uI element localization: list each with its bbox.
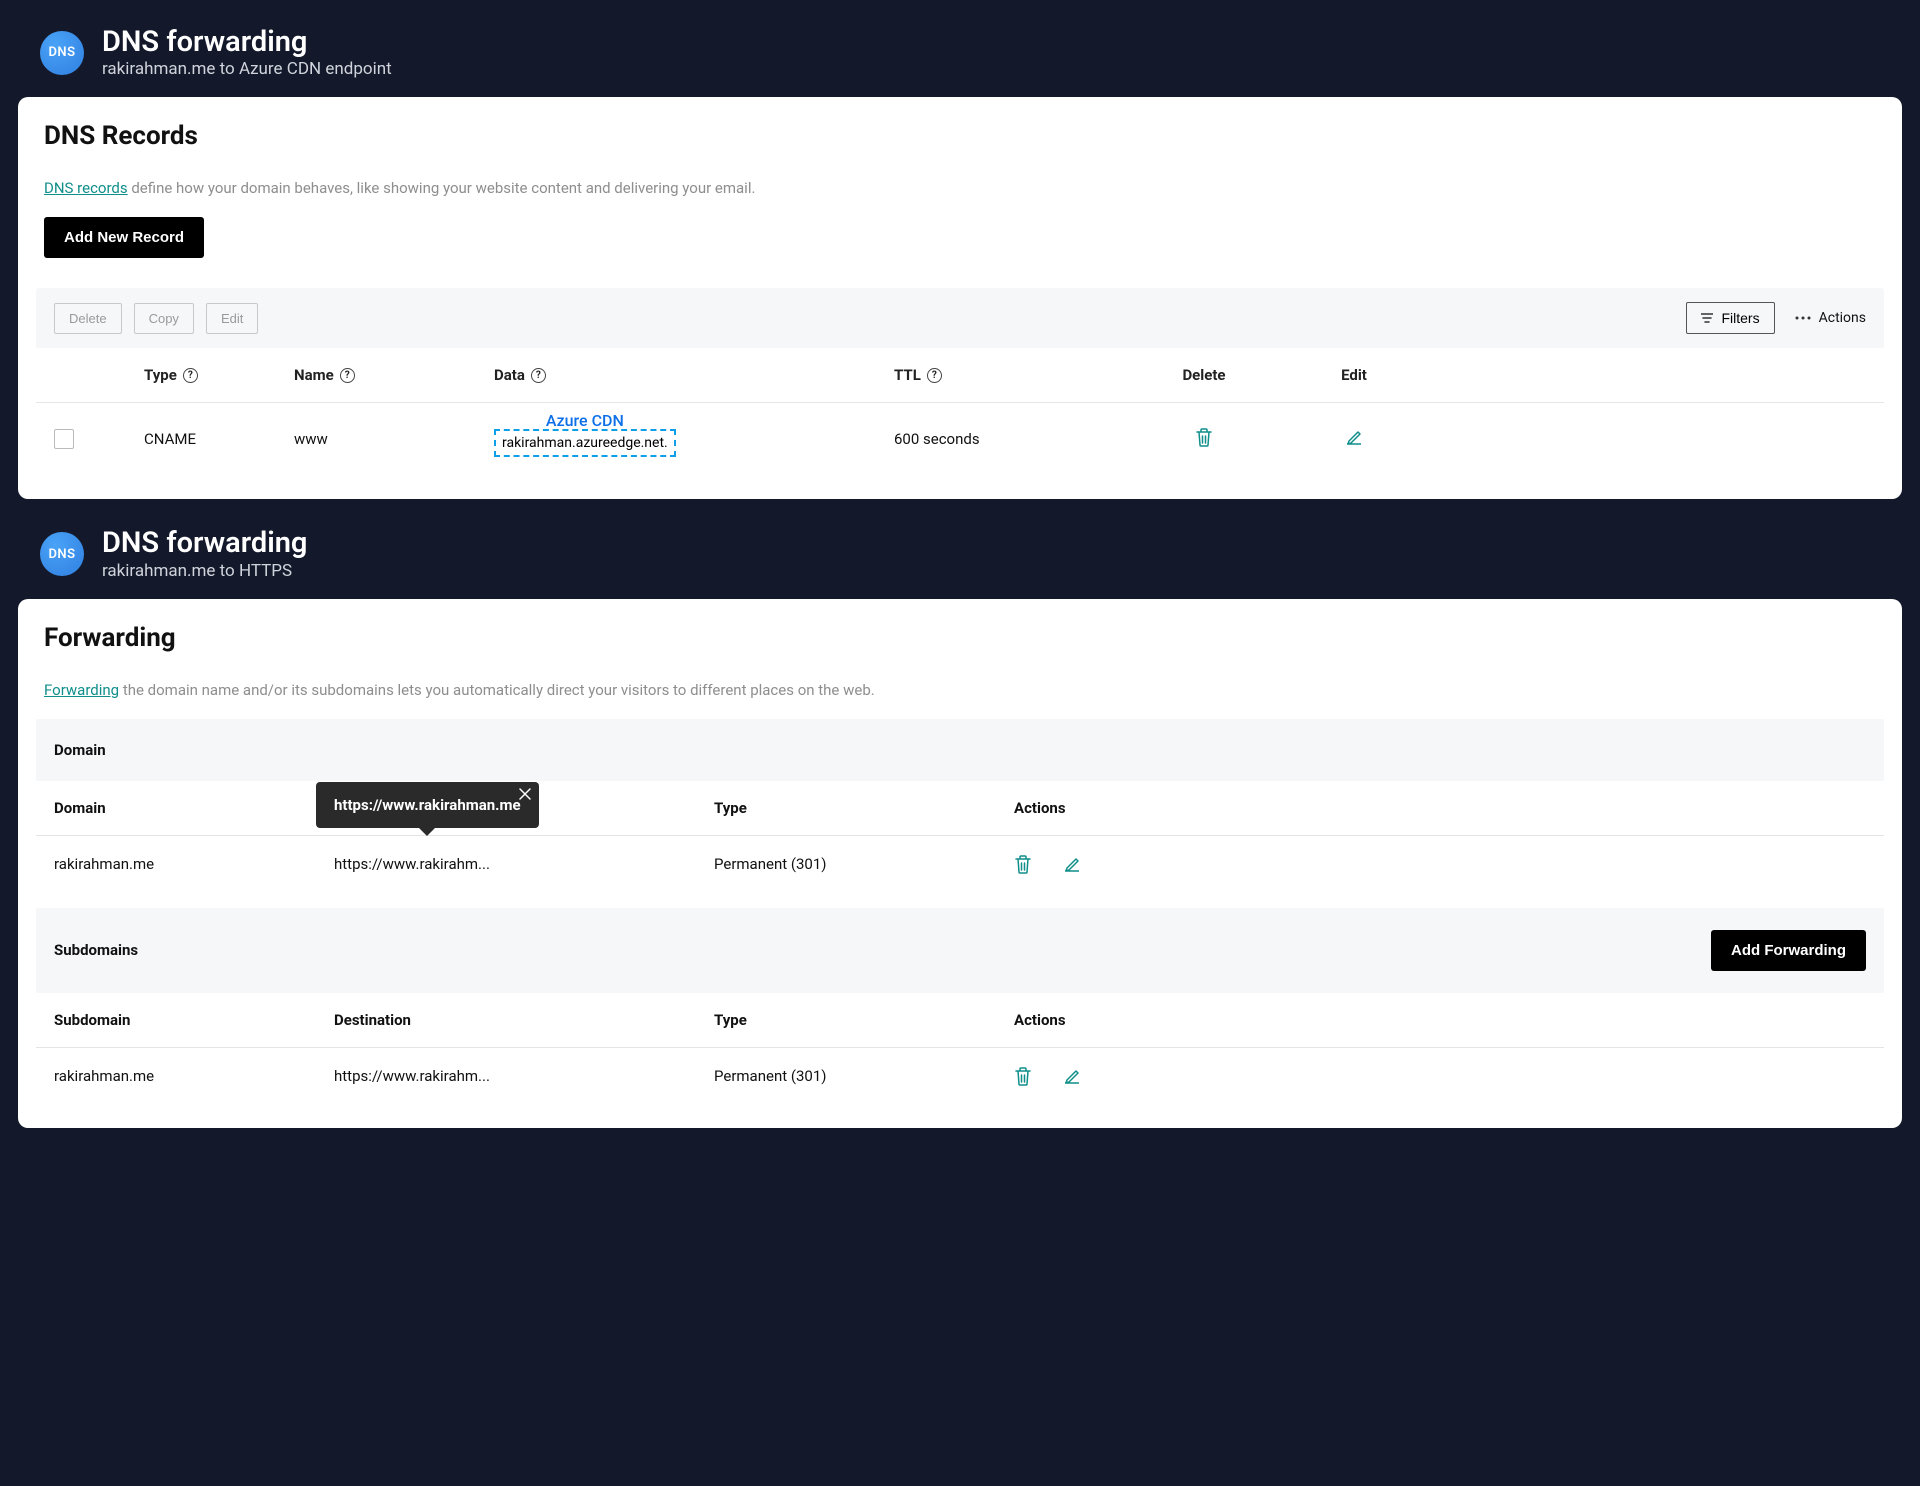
help-icon[interactable]: ?	[183, 368, 198, 383]
col-fwd-actions: Actions	[1014, 799, 1866, 817]
help-icon[interactable]: ?	[531, 368, 546, 383]
dns-records-link[interactable]: DNS records	[44, 179, 128, 197]
page-subtitle-1: rakirahman.me to Azure CDN endpoint	[102, 59, 392, 79]
col-sub-actions: Actions	[1014, 1011, 1866, 1029]
trash-icon	[1014, 854, 1032, 874]
col-data: Data	[494, 366, 525, 384]
close-icon	[519, 788, 531, 800]
col-edit: Edit	[1294, 366, 1414, 384]
filter-icon	[1701, 313, 1713, 323]
card1-intro-rest: define how your domain behaves, like sho…	[128, 179, 756, 197]
records-toolbar: Delete Copy Edit Filters Actions	[36, 288, 1884, 348]
filters-label: Filters	[1721, 310, 1759, 326]
pencil-icon	[1062, 1066, 1082, 1086]
dns-badge-icon: DNS	[40, 31, 84, 75]
col-domain: Domain	[54, 799, 334, 817]
subdomain-value: rakirahman.me	[54, 1067, 334, 1085]
page-title-1: DNS forwarding	[102, 26, 392, 59]
forwarding-card: Forwarding Forwarding the domain name an…	[18, 599, 1902, 1128]
toolbar-copy-button[interactable]: Copy	[134, 303, 194, 334]
toolbar-edit-button[interactable]: Edit	[206, 303, 258, 334]
subdomain-type: Permanent (301)	[714, 1067, 1014, 1085]
pencil-icon	[1344, 427, 1364, 447]
section-subdomains-label: Subdomains	[54, 941, 138, 959]
col-ttl: TTL	[894, 366, 921, 384]
col-sub-type: Type	[714, 1011, 1014, 1029]
subdomain-row: rakirahman.me https://www.rakirahm... Pe…	[36, 1048, 1884, 1104]
more-icon	[1795, 316, 1811, 320]
help-icon[interactable]: ?	[340, 368, 355, 383]
destination-tooltip: https://www.rakirahman.me	[316, 782, 539, 828]
card2-intro-rest: the domain name and/or its subdomains le…	[119, 681, 875, 699]
page-title-2: DNS forwarding	[102, 527, 307, 560]
help-icon[interactable]: ?	[927, 368, 942, 383]
col-destination: Destination	[334, 1011, 714, 1029]
col-delete: Delete	[1114, 366, 1294, 384]
domain-value: rakirahman.me	[54, 855, 334, 873]
domain-dest: https://www.rakirahm...	[334, 855, 714, 873]
section-domain-header: Domain	[36, 719, 1884, 781]
page-subtitle-2: rakirahman.me to HTTPS	[102, 561, 307, 581]
col-name: Name	[294, 366, 334, 384]
row-data-box: Azure CDN rakirahman.azureedge.net.	[494, 429, 676, 457]
row-ttl: 600 seconds	[894, 430, 1114, 448]
add-forwarding-button[interactable]: Add Forwarding	[1711, 930, 1866, 971]
records-table-header: Type? Name? Data? TTL? Delete Edit	[36, 348, 1884, 403]
actions-menu[interactable]: Actions	[1795, 310, 1866, 326]
edit-row-button[interactable]	[1344, 427, 1364, 447]
trash-icon	[1014, 1066, 1032, 1086]
delete-subforward-button[interactable]	[1014, 1066, 1032, 1086]
edit-subforward-button[interactable]	[1062, 1066, 1082, 1086]
page-header-2: DNS DNS forwarding rakirahman.me to HTTP…	[18, 519, 1902, 598]
col-subdomain: Subdomain	[54, 1011, 334, 1029]
tooltip-close-button[interactable]	[519, 788, 531, 800]
domain-row: rakirahman.me https://www.rakirahm... Pe…	[36, 836, 1884, 892]
actions-label: Actions	[1819, 310, 1866, 326]
domain-type: Permanent (301)	[714, 855, 1014, 873]
col-type: Type	[144, 366, 177, 384]
subdomain-table-header: Subdomain Destination Type Actions	[36, 993, 1884, 1048]
row-type: CNAME	[144, 430, 294, 448]
section-domain-label: Domain	[54, 741, 106, 759]
table-row: CNAME www Azure CDN rakirahman.azureedge…	[36, 403, 1884, 475]
tooltip-text: https://www.rakirahman.me	[334, 796, 521, 814]
edit-forward-button[interactable]	[1062, 854, 1082, 874]
card1-intro: DNS records define how your domain behav…	[44, 179, 1884, 197]
toolbar-delete-button[interactable]: Delete	[54, 303, 122, 334]
section-subdomains-header: Subdomains Add Forwarding	[36, 908, 1884, 993]
delete-forward-button[interactable]	[1014, 854, 1032, 874]
page-header-1: DNS DNS forwarding rakirahman.me to Azur…	[18, 18, 1902, 97]
pencil-icon	[1062, 854, 1082, 874]
card1-title: DNS Records	[44, 121, 1884, 151]
dns-records-card: DNS Records DNS records define how your …	[18, 97, 1902, 499]
add-new-record-button[interactable]: Add New Record	[44, 217, 204, 258]
subdomain-dest: https://www.rakirahm...	[334, 1067, 714, 1085]
dns-badge-icon: DNS	[40, 532, 84, 576]
trash-icon	[1195, 427, 1213, 447]
card2-title: Forwarding	[44, 623, 1884, 653]
azure-cdn-label: Azure CDN	[546, 411, 624, 430]
card2-intro: Forwarding the domain name and/or its su…	[44, 681, 1884, 699]
delete-row-button[interactable]	[1195, 427, 1213, 447]
row-data-value: rakirahman.azureedge.net.	[502, 435, 668, 451]
filters-button[interactable]: Filters	[1686, 302, 1774, 334]
forwarding-link[interactable]: Forwarding	[44, 681, 119, 699]
row-checkbox[interactable]	[54, 429, 74, 449]
row-name: www	[294, 430, 494, 448]
domain-table-header: Domain Type Actions https://www.rakirahm…	[36, 781, 1884, 836]
col-fwd-type: Type	[714, 799, 1014, 817]
